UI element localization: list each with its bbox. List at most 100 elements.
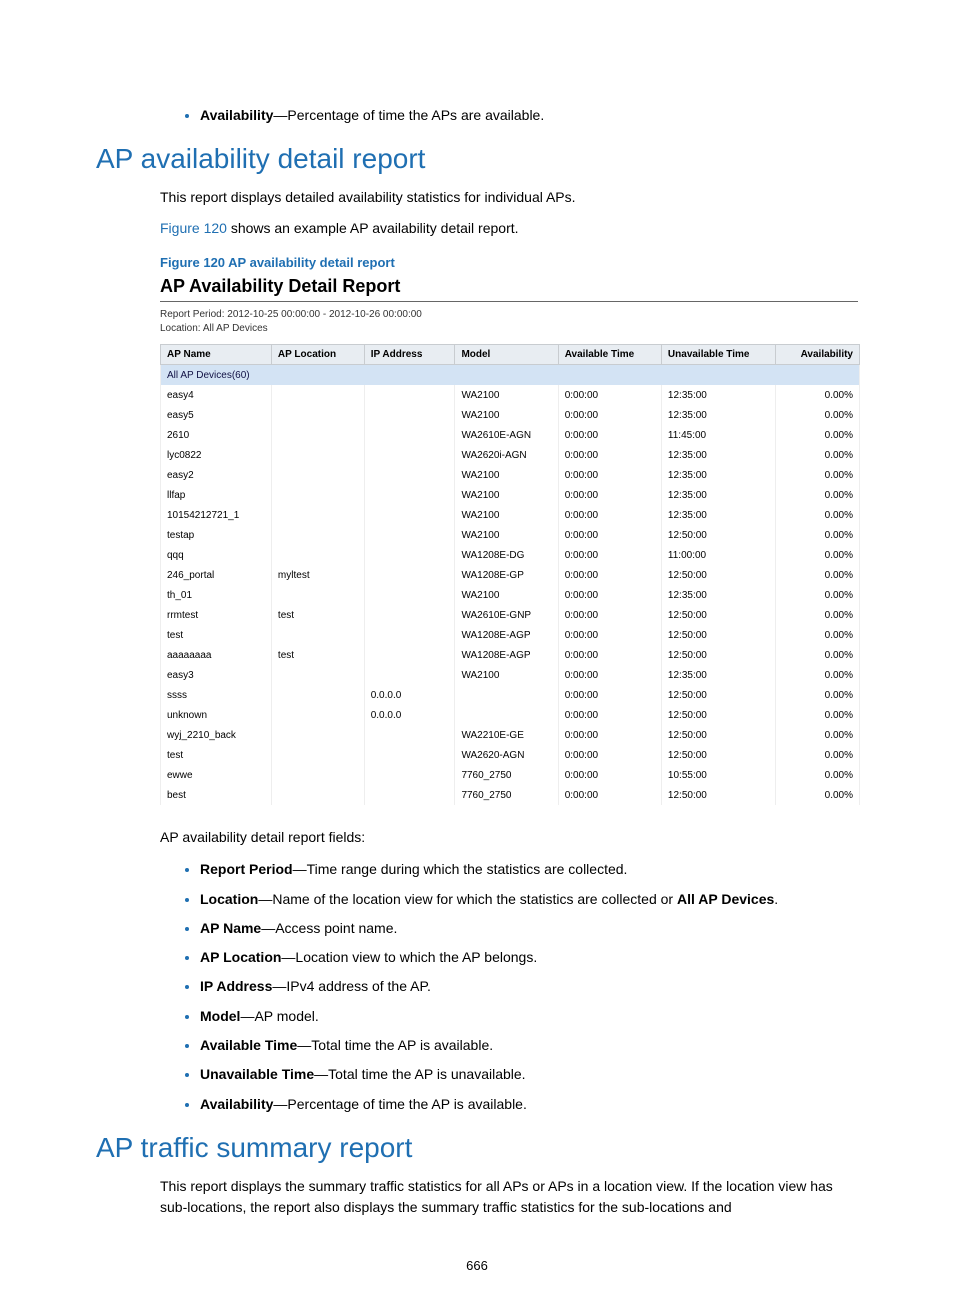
desc: —Name of the location view for which the…	[258, 891, 677, 907]
cell-avail: 0:00:00	[558, 785, 661, 805]
table-row: wyj_2210_backWA2210E-GE0:00:0012:50:000.…	[161, 725, 860, 745]
list-item: Report Period—Time range during which th…	[200, 858, 858, 879]
cell-ip	[364, 465, 455, 485]
cell-unavail: 12:35:00	[661, 405, 775, 425]
section-heading-availability: AP availability detail report	[96, 143, 858, 175]
cell-unavail: 12:50:00	[661, 685, 775, 705]
term: Location	[200, 891, 258, 907]
cell-pct: 0.00%	[775, 685, 859, 705]
desc: —Percentage of time the AP is available.	[273, 1096, 526, 1112]
cell-ip	[364, 505, 455, 525]
cell-name: unknown	[161, 705, 272, 725]
cell-unavail: 12:50:00	[661, 525, 775, 545]
cell-pct: 0.00%	[775, 725, 859, 745]
cell-loc: test	[271, 645, 364, 665]
cell-loc	[271, 745, 364, 765]
cell-avail: 0:00:00	[558, 545, 661, 565]
cell-ip	[364, 585, 455, 605]
list-item: Location—Name of the location view for w…	[200, 888, 858, 909]
cell-name: easy2	[161, 465, 272, 485]
cell-model: WA2100	[455, 525, 558, 545]
list-item: Available Time—Total time the AP is avai…	[200, 1034, 858, 1055]
table-row: testapWA21000:00:0012:50:000.00%	[161, 525, 860, 545]
cell-ip	[364, 565, 455, 585]
cell-unavail: 12:50:00	[661, 785, 775, 805]
cell-avail: 0:00:00	[558, 425, 661, 445]
cell-model: WA2210E-GE	[455, 725, 558, 745]
cell-avail: 0:00:00	[558, 745, 661, 765]
cell-avail: 0:00:00	[558, 705, 661, 725]
cell-name: qqq	[161, 545, 272, 565]
cell-ip	[364, 625, 455, 645]
desc: —AP model.	[240, 1008, 318, 1024]
cell-avail: 0:00:00	[558, 565, 661, 585]
cell-pct: 0.00%	[775, 465, 859, 485]
cell-pct: 0.00%	[775, 745, 859, 765]
cell-avail: 0:00:00	[558, 525, 661, 545]
cell-avail: 0:00:00	[558, 725, 661, 745]
figure-link[interactable]: Figure 120	[160, 220, 227, 236]
cell-ip	[364, 605, 455, 625]
cell-model: WA1208E-AGP	[455, 645, 558, 665]
cell-unavail: 12:50:00	[661, 645, 775, 665]
cell-unavail: 12:35:00	[661, 465, 775, 485]
cell-model: 7760_2750	[455, 785, 558, 805]
desc-bold: All AP Devices	[677, 891, 774, 907]
cell-unavail: 11:45:00	[661, 425, 775, 445]
fields-intro: AP availability detail report fields:	[160, 827, 858, 848]
cell-loc	[271, 425, 364, 445]
cell-name: ssss	[161, 685, 272, 705]
section2-body: This report displays the summary traffic…	[160, 1176, 858, 1218]
group-row: All AP Devices(60)	[161, 365, 860, 386]
table-row: unknown0.0.0.00:00:0012:50:000.00%	[161, 705, 860, 725]
cell-name: easy3	[161, 665, 272, 685]
cell-pct: 0.00%	[775, 645, 859, 665]
list-item: AP Location—Location view to which the A…	[200, 946, 858, 967]
cell-name: 246_portal	[161, 565, 272, 585]
table-row: ewwe7760_27500:00:0010:55:000.00%	[161, 765, 860, 785]
term: AP Name	[200, 920, 261, 936]
report-period: Report Period: 2012-10-25 00:00:00 - 201…	[160, 308, 858, 322]
table-row: easy3WA21000:00:0012:35:000.00%	[161, 665, 860, 685]
report-meta: Report Period: 2012-10-25 00:00:00 - 201…	[160, 308, 858, 336]
col-model: Model	[455, 345, 558, 365]
paragraph: This report displays detailed availabili…	[160, 187, 858, 208]
cell-name: lyc0822	[161, 445, 272, 465]
cell-ip	[364, 405, 455, 425]
cell-loc	[271, 705, 364, 725]
cell-loc	[271, 465, 364, 485]
cell-model: WA2100	[455, 465, 558, 485]
report-location: Location: All AP Devices	[160, 322, 858, 336]
cell-loc: myltest	[271, 565, 364, 585]
cell-ip	[364, 385, 455, 405]
cell-pct: 0.00%	[775, 585, 859, 605]
cell-pct: 0.00%	[775, 765, 859, 785]
table-body: All AP Devices(60) easy4WA21000:00:0012:…	[161, 365, 860, 806]
cell-ip	[364, 425, 455, 445]
cell-loc	[271, 485, 364, 505]
table-row: qqqWA1208E-DG0:00:0011:00:000.00%	[161, 545, 860, 565]
cell-model: 7760_2750	[455, 765, 558, 785]
cell-model: WA2100	[455, 385, 558, 405]
cell-name: testap	[161, 525, 272, 545]
cell-model: WA2100	[455, 485, 558, 505]
cell-loc	[271, 385, 364, 405]
cell-unavail: 12:35:00	[661, 385, 775, 405]
desc: —Total time the AP is unavailable.	[314, 1066, 525, 1082]
desc: —Location view to which the AP belongs.	[281, 949, 537, 965]
table-row: easy2WA21000:00:0012:35:000.00%	[161, 465, 860, 485]
col-ip-address: IP Address	[364, 345, 455, 365]
cell-model	[455, 705, 558, 725]
cell-name: best	[161, 785, 272, 805]
cell-name: llfap	[161, 485, 272, 505]
cell-avail: 0:00:00	[558, 585, 661, 605]
cell-loc	[271, 785, 364, 805]
cell-avail: 0:00:00	[558, 765, 661, 785]
cell-ip	[364, 485, 455, 505]
term: AP Location	[200, 949, 281, 965]
cell-ip	[364, 445, 455, 465]
cell-avail: 0:00:00	[558, 505, 661, 525]
cell-pct: 0.00%	[775, 705, 859, 725]
cell-model: WA2100	[455, 505, 558, 525]
cell-unavail: 12:50:00	[661, 625, 775, 645]
